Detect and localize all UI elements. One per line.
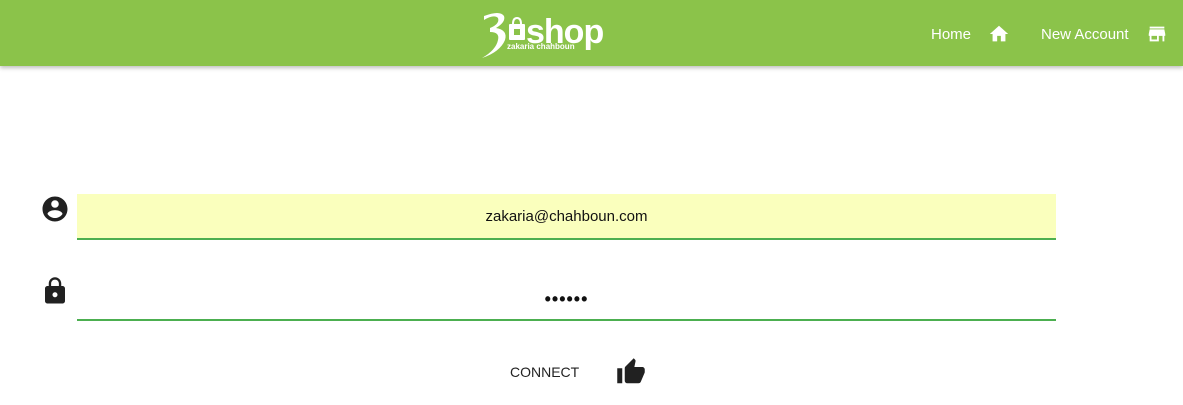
email-input[interactable] [77,194,1056,238]
connect-button[interactable]: CONNECT [498,350,658,394]
connect-button-label: CONNECT [510,364,580,380]
nav-new-account-link[interactable]: New Account [1041,17,1168,51]
top-navbar: shop zakaria chahboun Home New Account [0,0,1183,66]
nav-home-label: Home [931,25,972,43]
email-field[interactable] [77,194,1056,240]
password-field[interactable] [77,275,1056,321]
nav-home-link[interactable]: Home [931,17,1010,51]
thumb-up-icon [617,358,645,384]
lock-icon [40,276,70,306]
store-icon [1148,26,1165,42]
account-circle-icon [40,194,70,224]
nav-new-account-label: New Account [1041,25,1129,43]
password-input[interactable] [77,275,1056,319]
brand-logo[interactable]: shop zakaria chahboun [478,8,610,60]
brand-subtitle: zakaria chahboun [507,42,575,51]
home-icon [989,25,1009,42]
